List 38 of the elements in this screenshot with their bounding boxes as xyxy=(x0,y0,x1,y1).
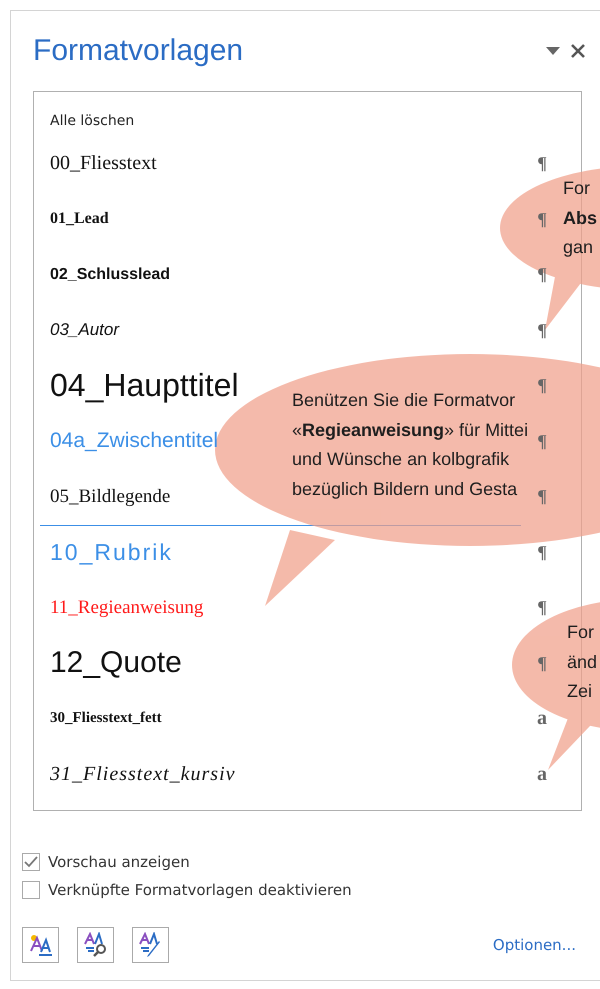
paragraph-style-mark: ¶ xyxy=(537,375,547,396)
checkbox[interactable] xyxy=(22,881,40,899)
manage-styles-button[interactable] xyxy=(132,927,169,963)
style-item[interactable]: 05_Bildlegende xyxy=(50,486,170,508)
sparkle-letters-icon xyxy=(28,932,54,958)
style-item[interactable]: 00_Fliesstext xyxy=(50,152,157,176)
character-style-mark: a xyxy=(537,707,547,730)
callout-text: For änd Zei xyxy=(567,621,598,703)
paragraph-style-mark: ¶ xyxy=(537,430,547,452)
callout-text: For Abs gan xyxy=(563,177,598,259)
close-icon[interactable] xyxy=(570,43,586,59)
style-item[interactable]: 12_Quote xyxy=(50,646,182,680)
style-item[interactable]: 03_Autor xyxy=(50,320,119,340)
style-item[interactable]: 31_Fliesstext_kursiv xyxy=(50,762,236,786)
checkbox[interactable] xyxy=(22,853,40,871)
letters-magnifier-icon xyxy=(82,932,108,958)
paragraph-style-mark: ¶ xyxy=(537,597,547,618)
paragraph-style-mark: ¶ xyxy=(537,652,547,674)
paragraph-style-mark: ¶ xyxy=(537,320,547,341)
paragraph-style-mark: ¶ xyxy=(537,208,547,230)
style-inspector-button[interactable] xyxy=(77,927,114,963)
style-item[interactable]: 30_Fliesstext_fett xyxy=(50,710,162,728)
clear-all-item[interactable]: Alle löschen xyxy=(50,106,581,136)
style-item[interactable]: 01_Lead xyxy=(50,210,109,228)
callout-text: Benützen Sie die Formatvor «Regieanweisung» für Mittei und Wünsche an kolbgrafik bezüglich Bildern und Gesta xyxy=(292,389,528,501)
dropdown-arrow-icon[interactable] xyxy=(546,47,560,55)
pane-title: Formatvorlagen xyxy=(33,34,244,68)
options-link[interactable]: Optionen... xyxy=(492,936,576,954)
paragraph-style-mark: ¶ xyxy=(537,153,547,174)
new-style-button[interactable] xyxy=(22,927,59,963)
paragraph-style-mark: ¶ xyxy=(537,542,547,563)
paragraph-style-mark: ¶ xyxy=(537,486,547,508)
style-item[interactable]: 04_Haupttitel xyxy=(50,367,239,404)
checkbox-label: Vorschau anzeigen xyxy=(48,853,190,871)
style-item[interactable]: 02_Schlusslead xyxy=(50,266,170,284)
checkbox-label: Verknüpfte Formatvorlagen deaktivieren xyxy=(48,881,352,899)
style-item[interactable]: 11_Regieanweisung xyxy=(50,596,204,619)
character-style-mark: a xyxy=(537,762,547,786)
